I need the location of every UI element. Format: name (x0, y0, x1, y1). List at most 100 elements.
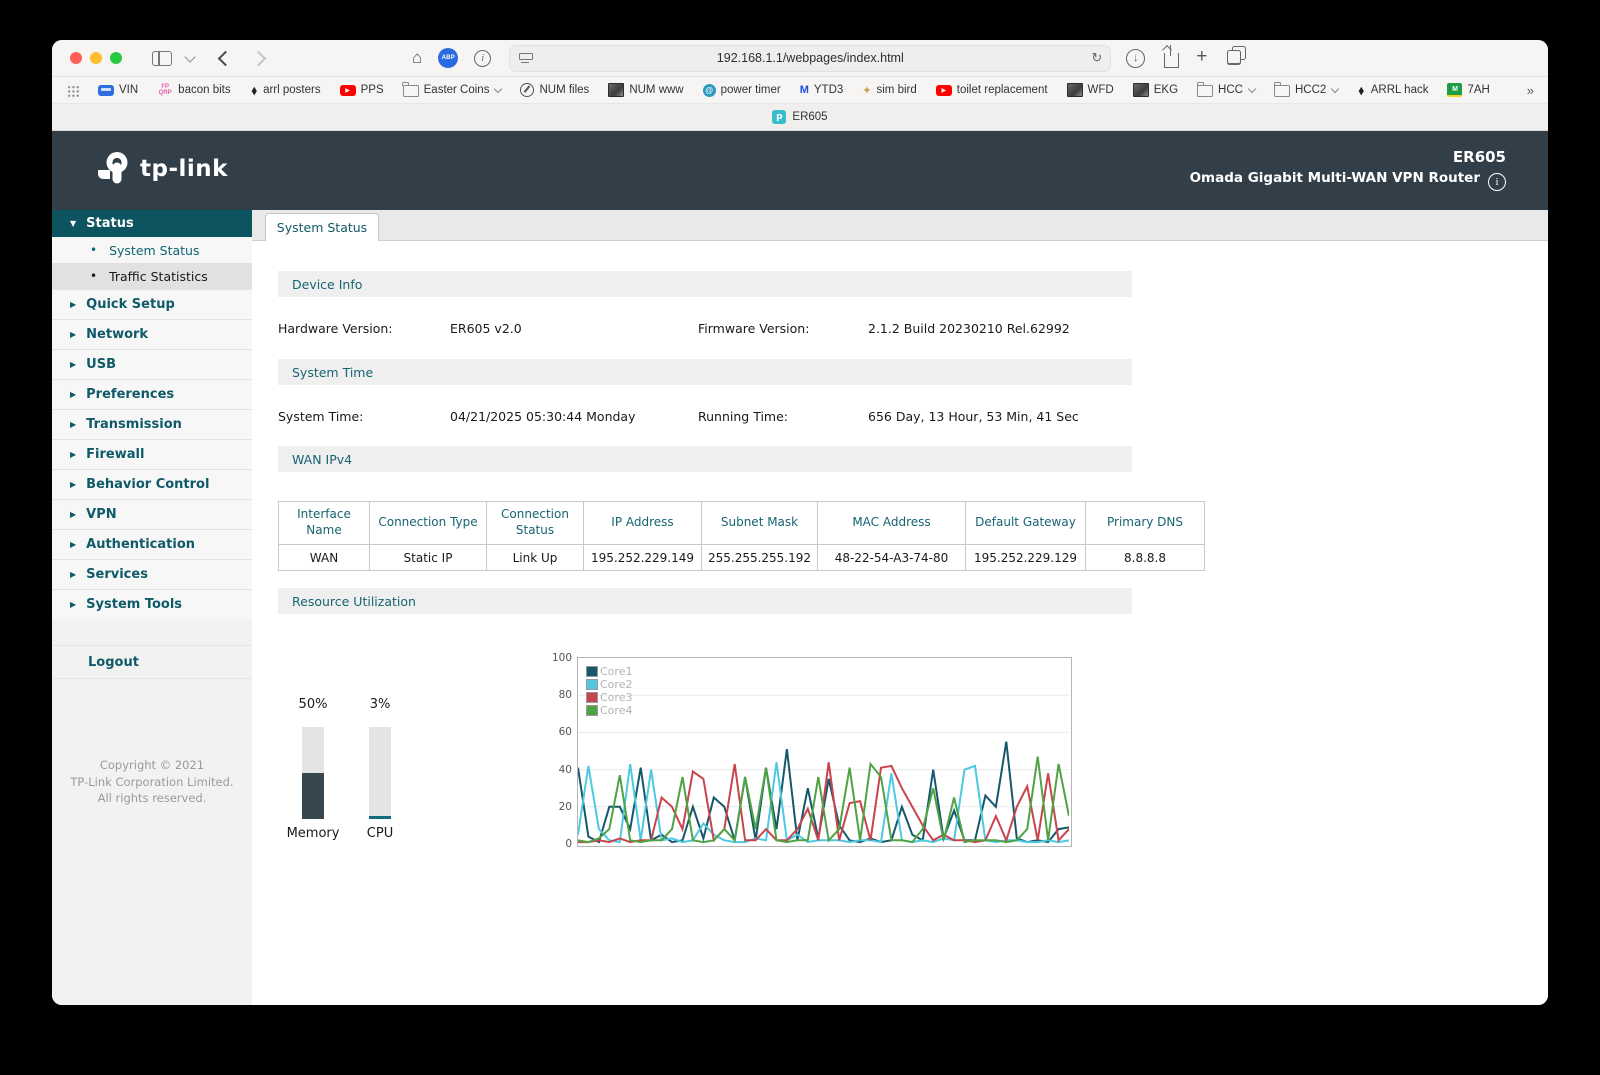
sidebar-item-behavior-control[interactable]: ▶ Behavior Control (52, 469, 252, 499)
sidebar-item-transmission[interactable]: ▶ Transmission (52, 409, 252, 439)
sidebar-item-quick-setup[interactable]: ▶ Quick Setup (52, 289, 252, 319)
field-value: 2.1.2 Build 20230210 Rel.62992 (868, 321, 1070, 336)
model-subtitle: Omada Gigabit Multi-WAN VPN Router (1189, 170, 1480, 186)
sidebar-item-label: Network (86, 327, 149, 342)
bookmark-toilet-replacement[interactable]: toilet replacement (935, 84, 1048, 96)
bookmark-hcc2[interactable]: HCC2 (1273, 82, 1340, 97)
bookmark-arrl-posters[interactable]: arrl posters (250, 84, 321, 97)
cpu-label: CPU (366, 826, 394, 841)
bookmark-vin[interactable]: VIN (98, 84, 138, 96)
legend-item-core1: Core1 (586, 665, 632, 678)
bookmark-ytd3[interactable]: YTD3 (800, 84, 844, 96)
sidebar-item-label: Behavior Control (86, 477, 210, 492)
chevron-down-icon[interactable] (184, 50, 196, 63)
sidebar-item-label: Preferences (86, 387, 175, 402)
share-icon[interactable] (1164, 44, 1180, 68)
bookmark-pps[interactable]: PPS (339, 84, 384, 96)
bookmark-label: NUM files (539, 84, 590, 96)
bookmark-7ah[interactable]: 7AH (1447, 83, 1490, 97)
sidebar-item-authentication[interactable]: ▶ Authentication (52, 529, 252, 559)
address-bar[interactable]: 192.168.1.1/webpages/index.html ↻ (509, 44, 1112, 72)
bookmark-sim-bird[interactable]: sim bird (862, 84, 917, 97)
sidebar-subitem-traffic-statistics[interactable]: • Traffic Statistics (52, 263, 252, 289)
bookmark-easter-coins[interactable]: Easter Coins (402, 82, 503, 97)
bookmark-label: VIN (119, 84, 139, 96)
collapsed-triangle-icon: ▶ (70, 540, 77, 549)
collapsed-triangle-icon: ▶ (70, 390, 77, 399)
back-button[interactable] (217, 50, 234, 66)
sidebar-item-system-tools[interactable]: ▶ System Tools (52, 589, 252, 619)
expanded-triangle-icon: ▼ (70, 219, 77, 228)
bookmark-num-files[interactable]: NUM files (520, 83, 589, 97)
bookmark-num-www[interactable]: NUM www (608, 83, 684, 97)
wan-header-row: Interface Name Connection Type Connection … (278, 501, 1205, 545)
collapsed-triangle-icon: ▶ (70, 300, 77, 309)
sidebar-item-label: System Tools (86, 597, 183, 612)
reload-icon[interactable]: ↻ (1091, 50, 1102, 66)
folder-chevron-icon (1247, 84, 1257, 93)
bookmark-arrl-hack[interactable]: ARRL hack (1357, 84, 1429, 97)
sidebar-subitem-system-status[interactable]: • System Status (52, 237, 252, 263)
bookmark-bacon-bits[interactable]: bacon bits (157, 83, 230, 97)
sidebar-item-firewall[interactable]: ▶ Firewall (52, 439, 252, 469)
model-name: ER605 (1452, 148, 1506, 166)
bookmark-label: power timer (720, 84, 781, 96)
collapsed-triangle-icon: ▶ (70, 450, 77, 459)
new-tab-button[interactable]: + (1196, 46, 1207, 68)
sidebar-item-vpn[interactable]: ▶ VPN (52, 499, 252, 529)
tab-system-status[interactable]: System Status (265, 213, 379, 241)
tab-overview-icon[interactable] (1226, 46, 1246, 65)
y-axis-tick: 0 (565, 838, 572, 850)
zoom-window-button[interactable] (110, 52, 122, 64)
wan-cell: Link Up (486, 544, 584, 571)
bookmark-label: WFD (1087, 84, 1114, 96)
bookmark-wfd[interactable]: WFD (1066, 83, 1114, 97)
people-icon (800, 84, 809, 96)
memory-percent: 50% (298, 697, 328, 712)
bookmarks-overflow-icon[interactable]: » (1527, 83, 1534, 98)
sidebar-item-network[interactable]: ▶ Network (52, 319, 252, 349)
close-window-button[interactable] (70, 52, 82, 64)
adblock-extension-icon[interactable]: ABP (438, 48, 459, 68)
sidebar-item-services[interactable]: ▶ Services (52, 559, 252, 589)
bookmark-label: YTD3 (813, 84, 844, 96)
folder-icon (1196, 82, 1214, 97)
antenna-icon (1359, 84, 1364, 97)
reader-view-icon[interactable] (519, 52, 534, 64)
legend-label: Core1 (600, 665, 633, 678)
sidebar-toggle-icon[interactable] (152, 50, 172, 66)
section-resource-utilization: Resource Utilization (278, 588, 1132, 614)
extension-info-icon[interactable]: i (474, 49, 492, 67)
sidebar-item-usb[interactable]: ▶ USB (52, 349, 252, 379)
wan-cell: 48-22-54-A3-74-80 (817, 544, 966, 571)
bookmark-ekg[interactable]: EKG (1132, 83, 1179, 97)
bullet-icon: • (90, 243, 98, 257)
browser-tab[interactable]: p ER605 (772, 110, 828, 124)
bookmarks-bar: VIN bacon bits arrl posters PPS Easter Coins… (52, 77, 1548, 104)
wan-cell: WAN (278, 544, 370, 571)
field-value: ER605 v2.0 (450, 321, 522, 336)
copyright-text: Copyright © 2021 TP-Link Corporation Limi… (52, 757, 252, 807)
home-icon[interactable]: ⌂ (412, 48, 422, 68)
bookmark-item[interactable] (66, 83, 79, 97)
chart-plot-area (577, 694, 1070, 844)
device-info-icon[interactable]: i (1488, 173, 1506, 191)
bookmark-label: EKG (1153, 84, 1179, 96)
collapsed-triangle-icon: ▶ (70, 330, 77, 339)
sidebar-item-status[interactable]: ▼ Status (52, 210, 252, 237)
app-header: tp-link ER605 Omada Gigabit Multi-WAN VP… (52, 131, 1548, 210)
bookmark-label: HCC2 (1294, 84, 1327, 96)
memory-label: Memory (286, 826, 340, 841)
forward-button[interactable] (250, 50, 267, 66)
minimize-window-button[interactable] (90, 52, 102, 64)
bookmark-power-timer[interactable]: power timer (702, 83, 781, 97)
y-axis-tick: 20 (558, 800, 572, 813)
sidebar-item-preferences[interactable]: ▶ Preferences (52, 379, 252, 409)
downloads-icon[interactable]: ↓ (1126, 48, 1146, 68)
logout-button[interactable]: Logout (52, 645, 252, 679)
field-label: Running Time: (698, 409, 788, 424)
tp-link-logo-icon (98, 152, 128, 184)
copyright-line: TP-Link Corporation Limited. (70, 774, 234, 789)
bookmark-hcc[interactable]: HCC (1196, 82, 1257, 97)
cpu-usage-bar (369, 727, 391, 819)
